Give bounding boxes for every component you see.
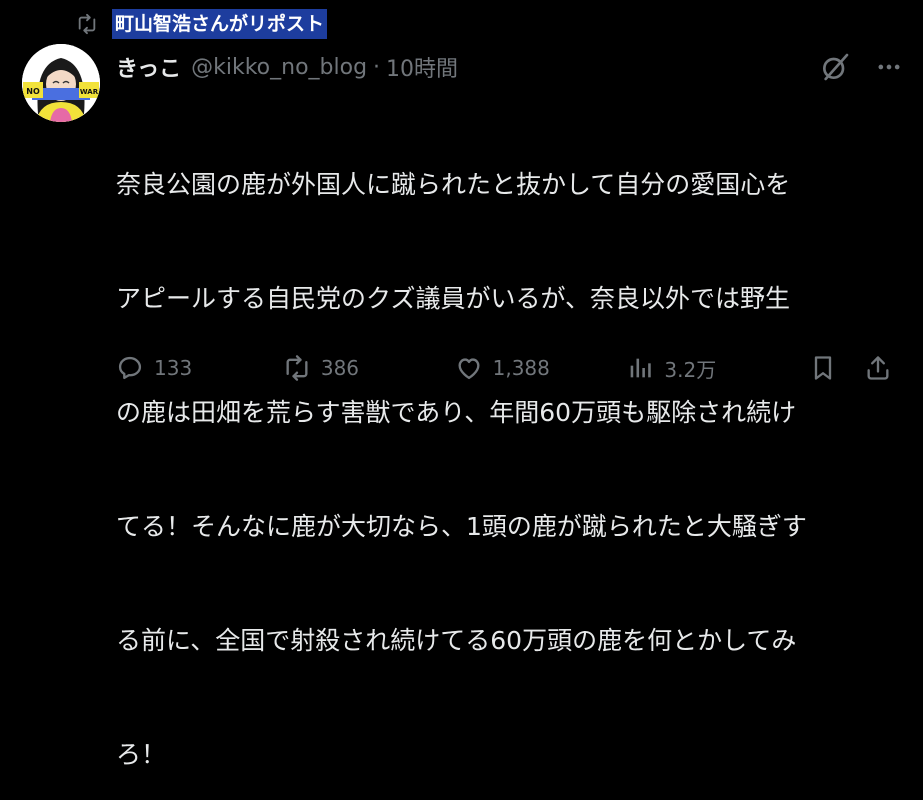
header-separator: · — [373, 54, 381, 80]
avatar-text-no: NO — [26, 87, 40, 96]
like-count: 1,388 — [492, 356, 550, 380]
grok-icon[interactable] — [819, 51, 851, 83]
repost-icon — [76, 13, 98, 35]
post-text-line: 奈良公園の鹿が外国人に蹴られたと抜かして自分の愛国心を — [116, 170, 791, 199]
reposted-by-label[interactable]: 町山智浩さんがリポスト — [112, 9, 328, 39]
share-button[interactable] — [864, 354, 902, 382]
post-text-line: てる！そんなに鹿が大切なら、1頭の鹿が蹴られたと大騒ぎす — [116, 512, 807, 541]
avatar-text-war: WAR — [80, 88, 99, 96]
bookmark-icon — [814, 356, 832, 380]
author-handle[interactable]: @kikko_no_blog — [191, 55, 367, 80]
post-actions-bar: 133 386 1,388 3.2万 — [116, 348, 902, 388]
reply-button[interactable]: 133 — [116, 354, 283, 382]
bookmark-button[interactable] — [809, 354, 864, 382]
repost-count: 386 — [320, 356, 360, 380]
views-button[interactable]: 3.2万 — [626, 354, 803, 383]
reply-icon — [118, 356, 142, 380]
post-header: きっこ @kikko_no_blog · 10時間 — [116, 50, 458, 84]
post-text-line: ろ！ — [116, 740, 167, 769]
avatar[interactable]: NO WAR — [22, 44, 100, 122]
post-text: 奈良公園の鹿が外国人に蹴られたと抜かして自分の愛国心を アピールする自民党のクズ… — [116, 90, 906, 800]
repost-action-icon — [286, 355, 308, 381]
post-text-line: る前に、全国で射殺され続けてる60万頭の鹿を何とかしてみ — [116, 626, 797, 655]
heart-icon — [458, 358, 480, 380]
like-button[interactable]: 1,388 — [455, 354, 627, 382]
more-options-icon[interactable] — [875, 53, 903, 81]
views-chart-icon — [631, 358, 652, 378]
author-name[interactable]: きっこ — [116, 51, 181, 83]
post-top-actions — [819, 50, 903, 84]
reply-count: 133 — [154, 356, 193, 380]
repost-button[interactable]: 386 — [283, 354, 455, 382]
post-text-line: アピールする自民党のクズ議員がいるが、奈良以外では野生 — [116, 284, 791, 313]
repost-context: 町山智浩さんがリポスト — [76, 8, 328, 40]
post-timestamp[interactable]: 10時間 — [386, 51, 458, 83]
views-count: 3.2万 — [664, 357, 717, 382]
share-icon — [867, 356, 889, 380]
